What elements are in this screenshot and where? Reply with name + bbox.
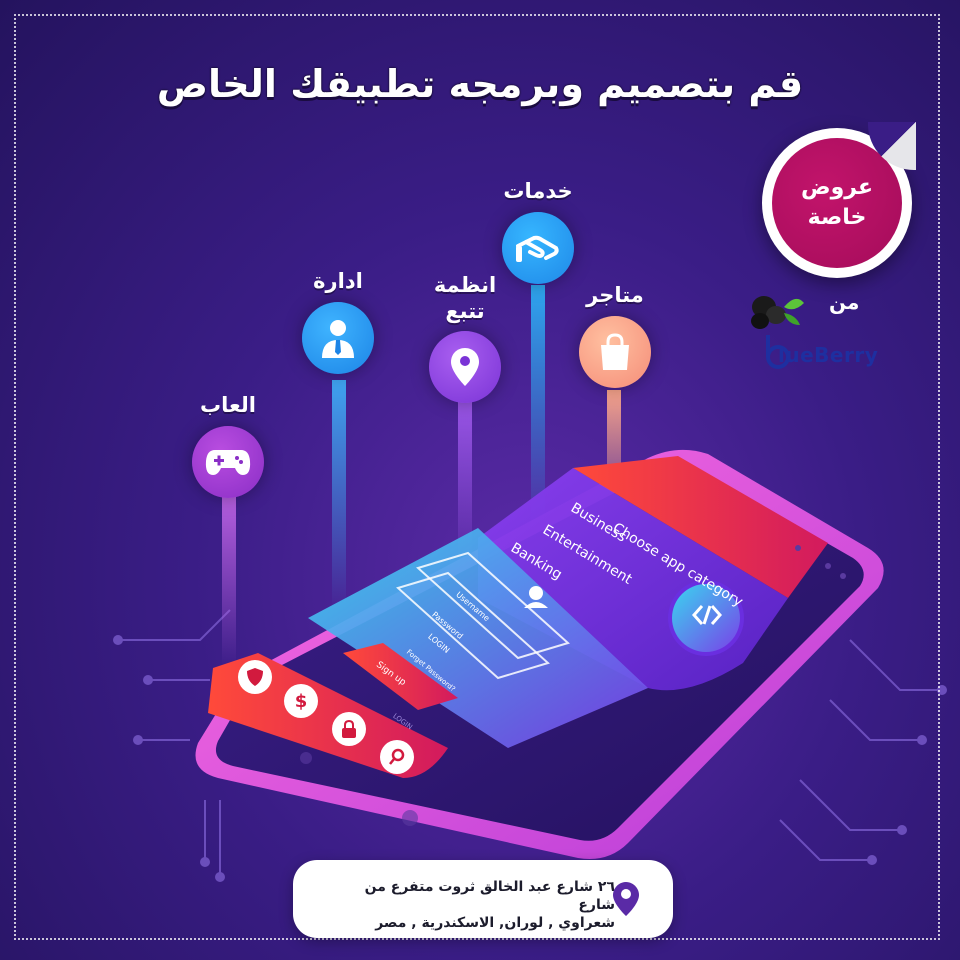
category-tracking: انظمة تتبع: [420, 272, 510, 403]
category-management-label: ادارة: [313, 269, 363, 293]
address-line-1: ٢٦ شارع عبد الخالق ثروت متفرع من شارع: [364, 879, 615, 914]
user-tie-icon: [302, 302, 374, 375]
category-tracking-label-1: انظمة: [433, 273, 497, 297]
shield-icon: [238, 660, 272, 694]
ad-canvas: قم بتصميم وبرمجه تطبيقك الخاص العاب ادار…: [0, 0, 960, 960]
category-services: خدمات: [498, 178, 578, 285]
dollar-icon: $: [284, 684, 318, 718]
address-text: ٢٦ شارع عبد الخالق ثروت متفرع من شارع شع…: [333, 878, 615, 933]
address-card: ٢٦ شارع عبد الخالق ثروت متفرع من شارع شع…: [293, 860, 673, 938]
sticker-line-2: خاصة: [807, 205, 867, 230]
brand-name: lueBerry: [778, 343, 879, 367]
category-tracking-label-2: تتبع: [445, 299, 485, 324]
category-stores: متاجر: [570, 282, 660, 389]
location-pin-icon: [429, 330, 501, 403]
map-pin-icon: [613, 882, 639, 916]
search-icon: [380, 740, 414, 774]
headline: قم بتصميم وبرمجه تطبيقك الخاص: [156, 62, 804, 106]
code-icon: [691, 605, 723, 625]
category-stores-label: متاجر: [586, 283, 644, 307]
special-offers-sticker: عروض خاصة: [762, 122, 916, 278]
category-management: ادارة: [298, 268, 378, 375]
address-line-2: شعراوي , لوران, الاسكندرية , مصر: [375, 915, 615, 932]
lock-icon: [332, 712, 366, 746]
shopping-bag-icon: [579, 316, 651, 389]
category-services-label: خدمات: [503, 179, 573, 203]
hand-icon: [502, 212, 574, 285]
phone-illustration: [195, 449, 884, 859]
sticker-line-1: عروض: [801, 175, 873, 201]
category-games-label: العاب: [200, 393, 256, 417]
